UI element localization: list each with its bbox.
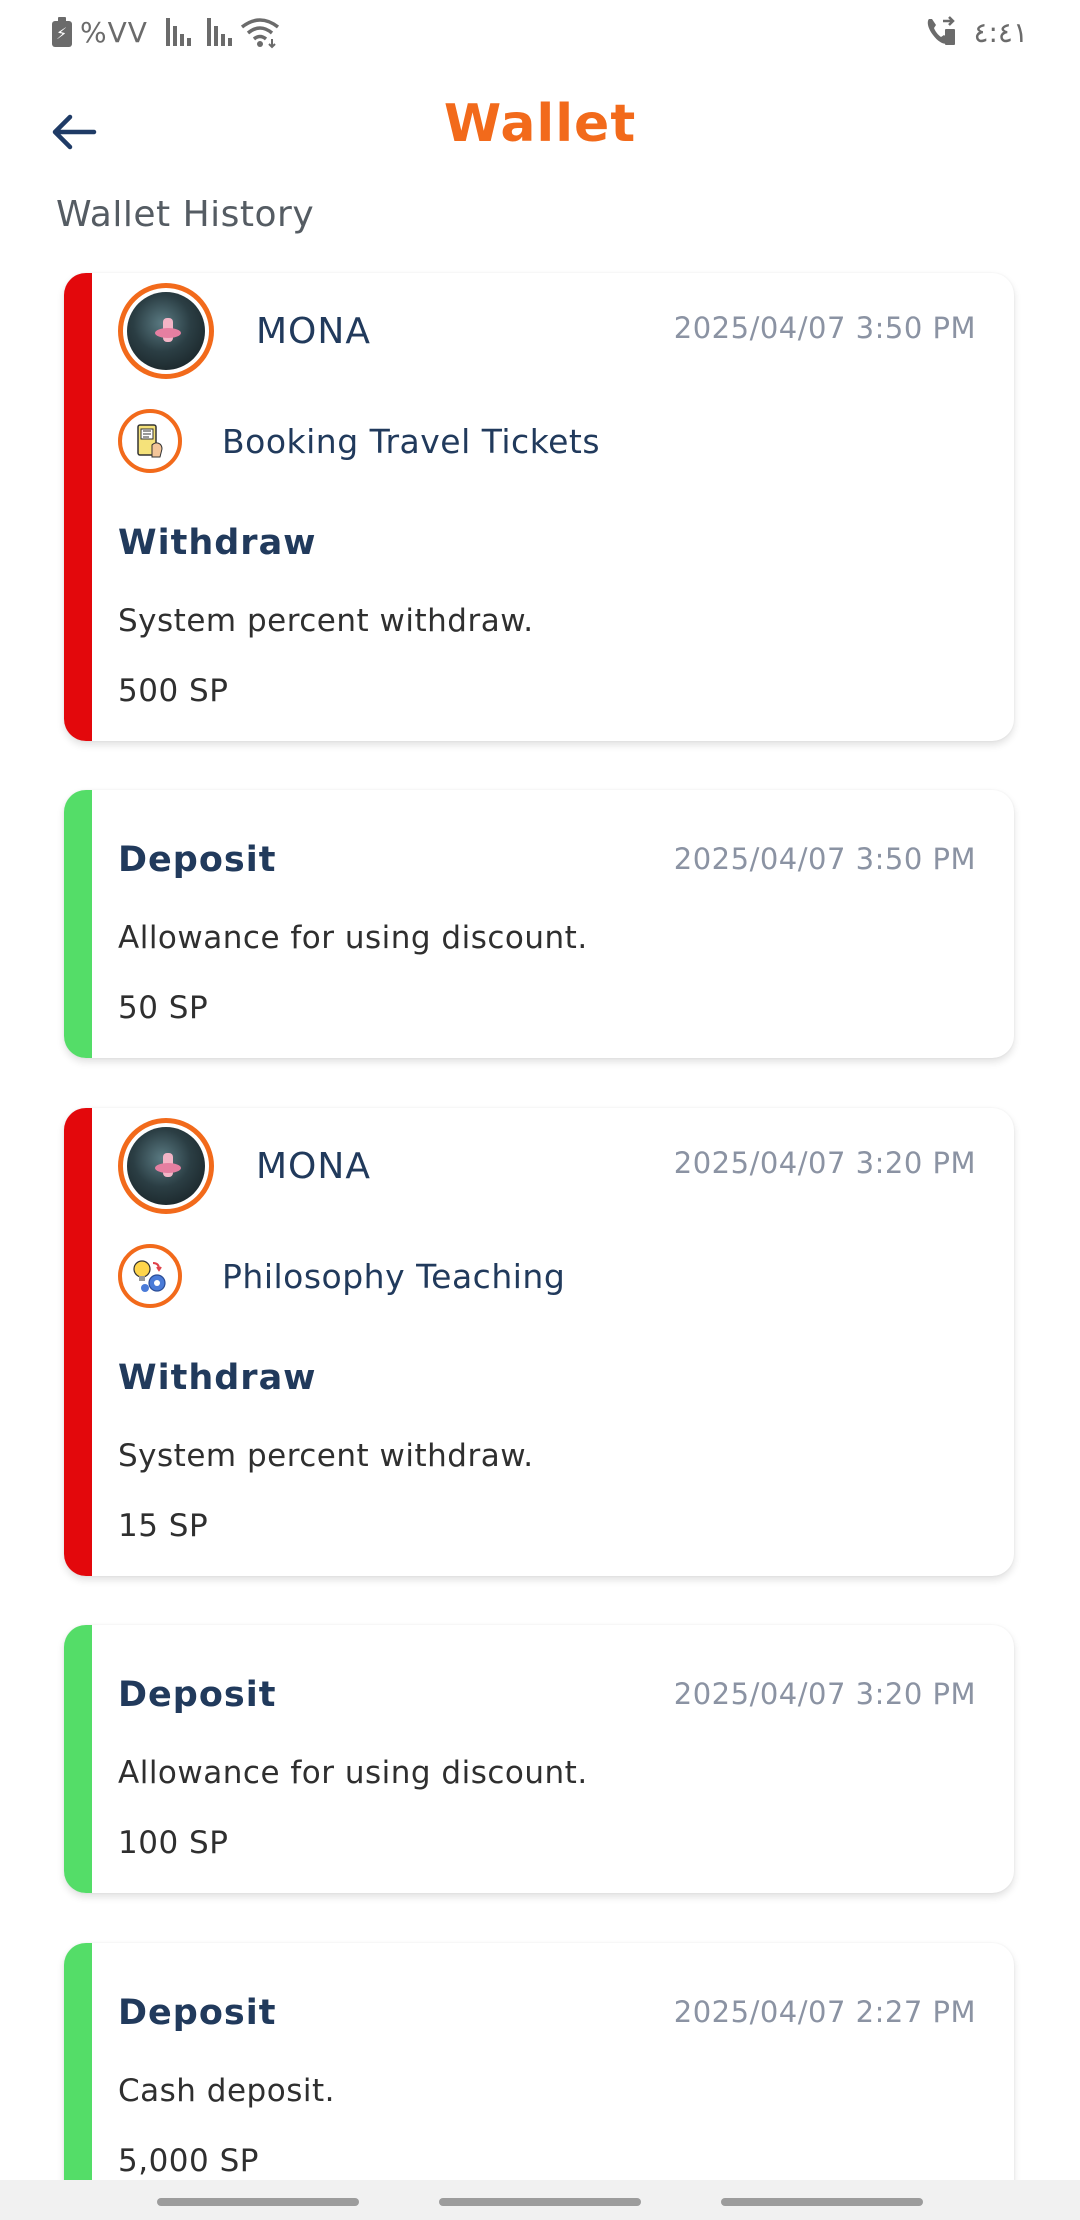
- transaction-description: System percent withdraw.: [118, 1438, 534, 1474]
- transaction-description: Allowance for using discount.: [118, 1755, 588, 1791]
- service-row: Philosophy Teaching: [118, 1244, 565, 1308]
- transaction-description: Allowance for using discount.: [118, 920, 588, 956]
- status-bar: ⚡ %VV ٤:٤١: [0, 0, 1080, 64]
- navigation-bar: [0, 2180, 1080, 2220]
- transaction-date: 2025/04/07 3:20 PM: [673, 1677, 976, 1711]
- nav-recents-handle[interactable]: [157, 2198, 359, 2206]
- user-name: MONA: [256, 1145, 371, 1187]
- wallet-history-list[interactable]: Wallet History MONA 2025/04/07 3:50 PM B…: [0, 200, 1080, 2180]
- transaction-type: Withdraw: [118, 523, 317, 563]
- withdraw-accent-bar: [64, 1108, 92, 1576]
- wifi-icon: [240, 18, 279, 49]
- signal-icon: [165, 18, 191, 46]
- transaction-card[interactable]: MONA 2025/04/07 3:50 PM Booking Travel T…: [64, 273, 1014, 741]
- page-title: Wallet: [443, 94, 637, 154]
- battery-charging-icon: ⚡: [52, 17, 72, 47]
- transaction-amount: 5,000 SP: [118, 2143, 259, 2179]
- app-bar: Wallet: [0, 64, 1080, 200]
- transaction-card[interactable]: MONA 2025/04/07 3:20 PM Philosophy Teach…: [64, 1108, 1014, 1576]
- deposit-accent-bar: [64, 1943, 92, 2180]
- transaction-type: Deposit: [118, 1675, 277, 1715]
- transaction-amount: 50 SP: [118, 990, 209, 1026]
- section-title: Wallet History: [56, 200, 315, 235]
- user-row: MONA: [118, 1118, 371, 1214]
- transaction-description: Cash deposit.: [118, 2073, 335, 2109]
- battery-percent: %VV: [80, 15, 148, 49]
- call-forward-icon: [928, 16, 956, 45]
- deposit-accent-bar: [64, 790, 92, 1058]
- user-row: MONA: [118, 283, 371, 379]
- status-time: ٤:٤١: [973, 15, 1028, 49]
- transaction-date: 2025/04/07 3:50 PM: [673, 311, 976, 345]
- signal-icon: [206, 18, 232, 46]
- deposit-accent-bar: [64, 1625, 92, 1893]
- transaction-type: Withdraw: [118, 1358, 317, 1398]
- transaction-date: 2025/04/07 3:20 PM: [673, 1146, 976, 1180]
- transaction-type: Deposit: [118, 840, 277, 880]
- service-name: Philosophy Teaching: [222, 1256, 566, 1296]
- nav-home-handle[interactable]: [439, 2198, 641, 2206]
- transaction-date: 2025/04/07 3:50 PM: [673, 842, 976, 876]
- ticket-icon: [118, 409, 182, 473]
- user-name: MONA: [256, 310, 371, 352]
- transaction-date: 2025/04/07 2:27 PM: [673, 1995, 976, 2029]
- transaction-amount: 500 SP: [118, 673, 229, 709]
- transaction-card[interactable]: Deposit 2025/04/07 3:50 PM Allowance for…: [64, 790, 1014, 1058]
- avatar[interactable]: [118, 1118, 214, 1214]
- transaction-type: Deposit: [118, 1993, 277, 2033]
- transaction-amount: 15 SP: [118, 1508, 209, 1544]
- transaction-amount: 100 SP: [118, 1825, 229, 1861]
- status-left: ⚡ %VV: [52, 12, 280, 52]
- nav-back-handle[interactable]: [721, 2198, 923, 2206]
- transaction-card[interactable]: Deposit 2025/04/07 3:20 PM Allowance for…: [64, 1625, 1014, 1893]
- status-right: ٤:٤١: [923, 12, 1028, 52]
- withdraw-accent-bar: [64, 273, 92, 741]
- transaction-description: System percent withdraw.: [118, 603, 534, 639]
- avatar[interactable]: [118, 283, 214, 379]
- transaction-card[interactable]: Deposit 2025/04/07 2:27 PM Cash deposit.…: [64, 1943, 1014, 2180]
- idea-gears-icon: [118, 1244, 182, 1308]
- service-name: Booking Travel Tickets: [222, 421, 601, 461]
- service-row: Booking Travel Tickets: [118, 409, 600, 473]
